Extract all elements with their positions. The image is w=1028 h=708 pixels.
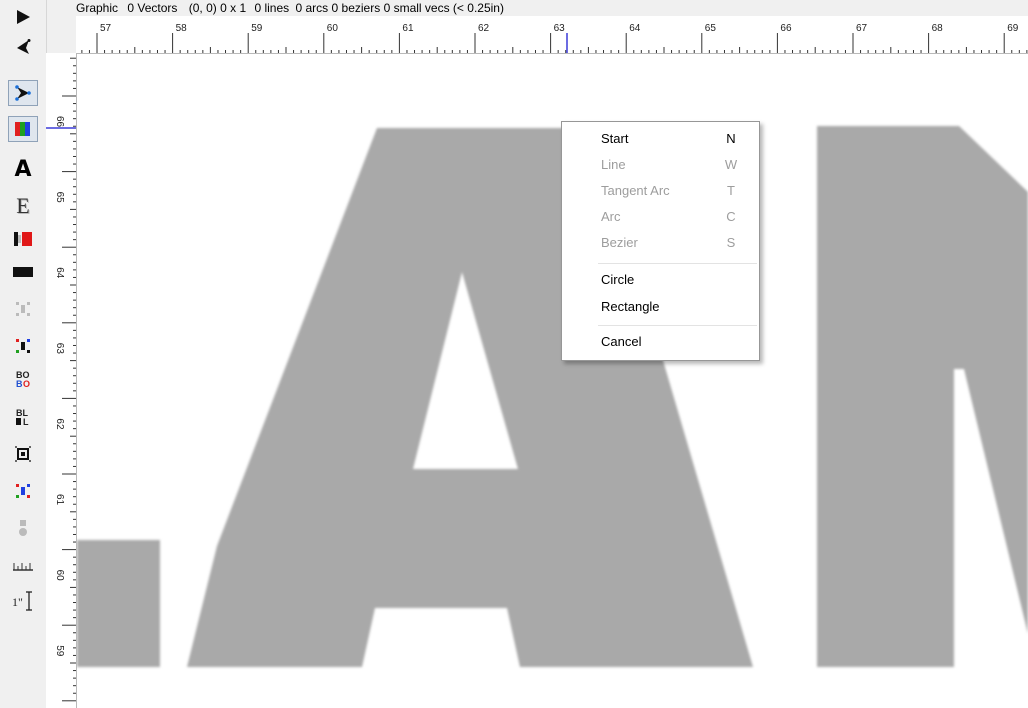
menu-item-label: Start	[601, 131, 629, 146]
break-lines-icon[interactable]: BL L	[8, 404, 38, 430]
weld-point-icon[interactable]	[8, 515, 38, 541]
bounding-box-icon[interactable]	[8, 441, 38, 467]
ruler-label: 58	[176, 23, 188, 34]
menu-item-shortcut: C	[726, 209, 736, 224]
vector-draw-icon[interactable]	[8, 80, 38, 106]
svg-text:1": 1"	[12, 595, 23, 609]
ruler-label: 63	[54, 343, 65, 355]
vertical-ruler[interactable]: 66 65 64 63 62 61 60 59	[46, 53, 77, 708]
context-menu: Start N Line W Tangent Arc T Arc C Bezie…	[561, 121, 760, 361]
ruler-label: 59	[251, 23, 263, 34]
ruler-label: 61	[54, 494, 65, 506]
menu-item-rectangle[interactable]: Rectangle	[562, 295, 759, 319]
node-edit-icon[interactable]	[8, 34, 38, 60]
group-select-icon[interactable]	[8, 478, 38, 504]
menu-item-bezier[interactable]: Bezier S	[562, 231, 759, 255]
text-tool-icon[interactable]: A	[8, 156, 38, 182]
menu-item-label: Tangent Arc	[601, 183, 670, 198]
menu-item-label: Line	[601, 157, 626, 172]
node-disabled-icon[interactable]	[8, 296, 38, 322]
status-size: 0 x 1	[220, 1, 247, 15]
fill-rectangle-icon[interactable]	[8, 259, 38, 285]
ruler-label: 61	[402, 23, 414, 34]
tool-palette: A E BO B O BL L 1"	[0, 0, 47, 708]
menu-item-arc[interactable]: Arc C	[562, 205, 759, 229]
menu-item-label: Cancel	[601, 334, 642, 349]
menu-item-label: Arc	[601, 209, 621, 224]
letter-fragment-left	[77, 540, 160, 667]
menu-separator	[598, 325, 757, 326]
ruler-label: 64	[54, 267, 65, 279]
menu-item-shortcut: N	[726, 131, 736, 146]
letter-n-fragment	[817, 126, 1028, 667]
engrave-text-icon[interactable]: E	[8, 193, 38, 219]
status-bar: Graphic 0 Vectors (0, 0) 0 x 1 0 lines 0…	[76, 0, 1016, 16]
menu-item-label: Circle	[601, 272, 635, 287]
color-palette-icon[interactable]	[8, 116, 38, 142]
ruler-label: 69	[1007, 23, 1019, 34]
color-split-icon[interactable]	[8, 226, 38, 252]
select-arrow-icon[interactable]	[8, 4, 38, 30]
status-type: Graphic	[76, 1, 119, 15]
status-vectors: 0 Vectors	[127, 1, 178, 15]
ruler-label: 62	[478, 23, 490, 34]
ruler-label: 57	[100, 23, 112, 34]
ruler-label: 63	[554, 23, 566, 34]
menu-item-tangent-arc[interactable]: Tangent Arc T	[562, 179, 759, 203]
menu-item-label: Rectangle	[601, 299, 660, 314]
svg-text:B: B	[16, 379, 23, 389]
status-beziers: 0 beziers	[331, 1, 381, 15]
menu-item-start[interactable]: Start N	[562, 127, 759, 151]
svg-text:L: L	[23, 417, 29, 427]
menu-item-shortcut: T	[727, 183, 735, 198]
status-lines: 0 lines	[254, 1, 290, 15]
ruler-label: 60	[327, 23, 339, 34]
text-height-icon[interactable]: 1"	[8, 588, 38, 614]
ruler-label: 67	[856, 23, 868, 34]
horizontal-ruler[interactable]: 57 58 59 60 61 62 63 64 65 66 67 68 69	[76, 16, 1028, 54]
menu-item-label: Bezier	[601, 235, 638, 250]
menu-item-circle[interactable]: Circle	[562, 268, 759, 292]
ruler-label: 60	[54, 570, 65, 582]
menu-item-line[interactable]: Line W	[562, 153, 759, 177]
bring-order-icon[interactable]: BO B O	[8, 366, 38, 392]
menu-separator	[598, 263, 757, 264]
status-coords: (0, 0)	[188, 1, 217, 15]
ruler-label: 66	[54, 116, 65, 128]
ruler-label: 68	[932, 23, 944, 34]
ruler-label: 62	[54, 418, 65, 430]
status-small-vecs: 0 small vecs (< 0.25in)	[383, 1, 504, 15]
ruler-label: 66	[780, 23, 792, 34]
ruler-label: 59	[54, 645, 65, 657]
drawing-canvas[interactable]	[77, 54, 1028, 708]
ruler-label: 65	[54, 192, 65, 204]
status-arcs: 0 arcs	[295, 1, 329, 15]
ruler-label: 65	[705, 23, 717, 34]
menu-item-shortcut: S	[726, 235, 736, 250]
ruler-label: 64	[629, 23, 641, 34]
measure-ruler-icon[interactable]	[8, 553, 38, 579]
menu-item-cancel[interactable]: Cancel	[562, 330, 759, 354]
svg-text:O: O	[23, 379, 30, 389]
menu-item-shortcut: W	[724, 157, 738, 172]
node-color-icon[interactable]	[8, 333, 38, 359]
